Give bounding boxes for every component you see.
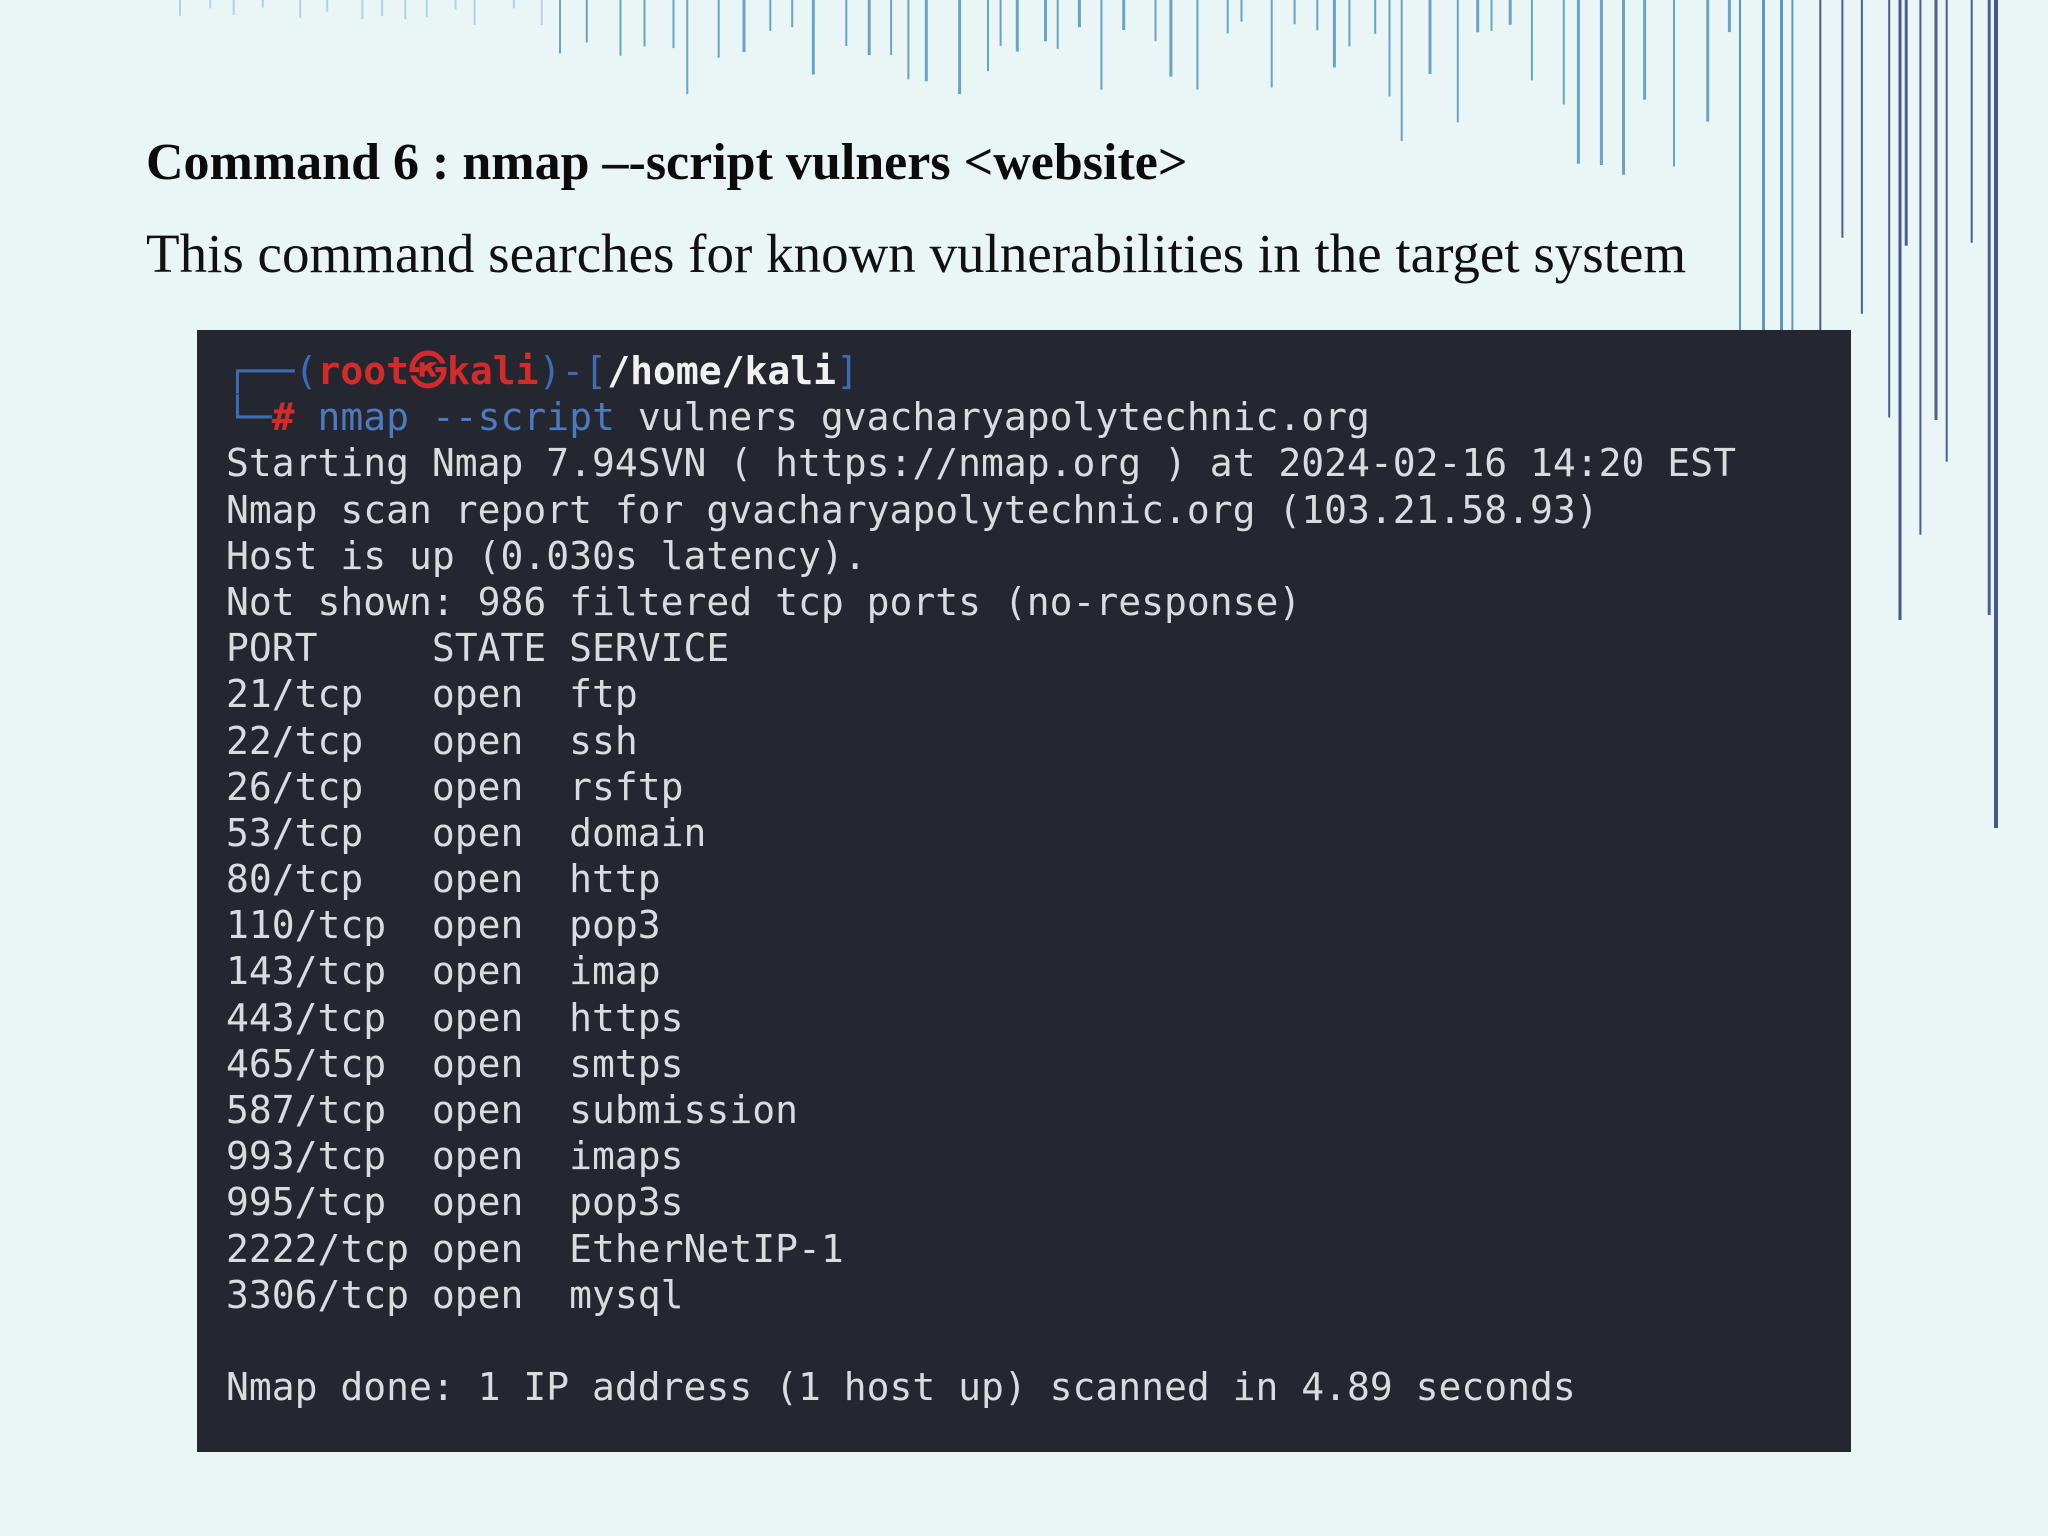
slide-description: This command searches for known vulnerab… (146, 223, 1687, 284)
output-line: Not shown: 986 filtered tcp ports (no-re… (226, 579, 1302, 624)
command-text: nmap --script (317, 395, 615, 440)
output-line: Host is up (0.030s latency). (226, 533, 867, 578)
command-args: vulners gvacharyapolytechnic.org (614, 395, 1370, 440)
command-line: └─# nmap --script vulners gvacharyapolyt… (226, 394, 1851, 440)
prompt-box-bottom: └─ (226, 395, 272, 440)
port-row: 22/tcp open ssh (226, 718, 638, 763)
port-row: 26/tcp open rsftp (226, 764, 684, 809)
output-line: Nmap scan report for gvacharyapolytechni… (226, 487, 1599, 532)
port-row: 587/tcp open submission (226, 1088, 798, 1132)
port-row: 110/tcp open pop3 (226, 903, 661, 948)
prompt-user-host: root㉿kali (317, 349, 539, 393)
prompt-hash: # (271, 395, 318, 440)
port-row: 443/tcp open https (226, 995, 684, 1040)
prompt-line: ┌──(root㉿kali)-[/home/kali] (226, 348, 1851, 394)
port-row: 143/tcp open imap (226, 949, 661, 994)
prompt-separator: )-[ (538, 349, 608, 393)
port-row: 3306/tcp open mysql (226, 1272, 684, 1317)
port-row: 465/tcp open smtps (226, 1041, 684, 1086)
port-row: 53/tcp open domain (226, 810, 707, 855)
output-line: Starting Nmap 7.94SVN ( https://nmap.org… (226, 441, 1736, 486)
port-row: 21/tcp open ftp (226, 672, 638, 717)
terminal-screenshot: ┌──(root㉿kali)-[/home/kali] └─# nmap --s… (197, 330, 1851, 1452)
scan-summary: Nmap done: 1 IP address (1 host up) scan… (226, 1365, 1576, 1410)
port-row: 80/tcp open http (226, 857, 661, 902)
port-table-header: PORT STATE SERVICE (226, 626, 730, 671)
port-row: 995/tcp open pop3s (226, 1180, 684, 1225)
prompt-path: /home/kali (607, 349, 836, 393)
prompt-box-top: ┌──( (226, 349, 318, 393)
port-row: 2222/tcp open EtherNetIP-1 (226, 1226, 844, 1271)
prompt-end: ] (835, 349, 859, 393)
port-row: 993/tcp open imaps (226, 1134, 684, 1179)
slide-title: Command 6 : nmap –-script vulners <websi… (146, 134, 1188, 191)
